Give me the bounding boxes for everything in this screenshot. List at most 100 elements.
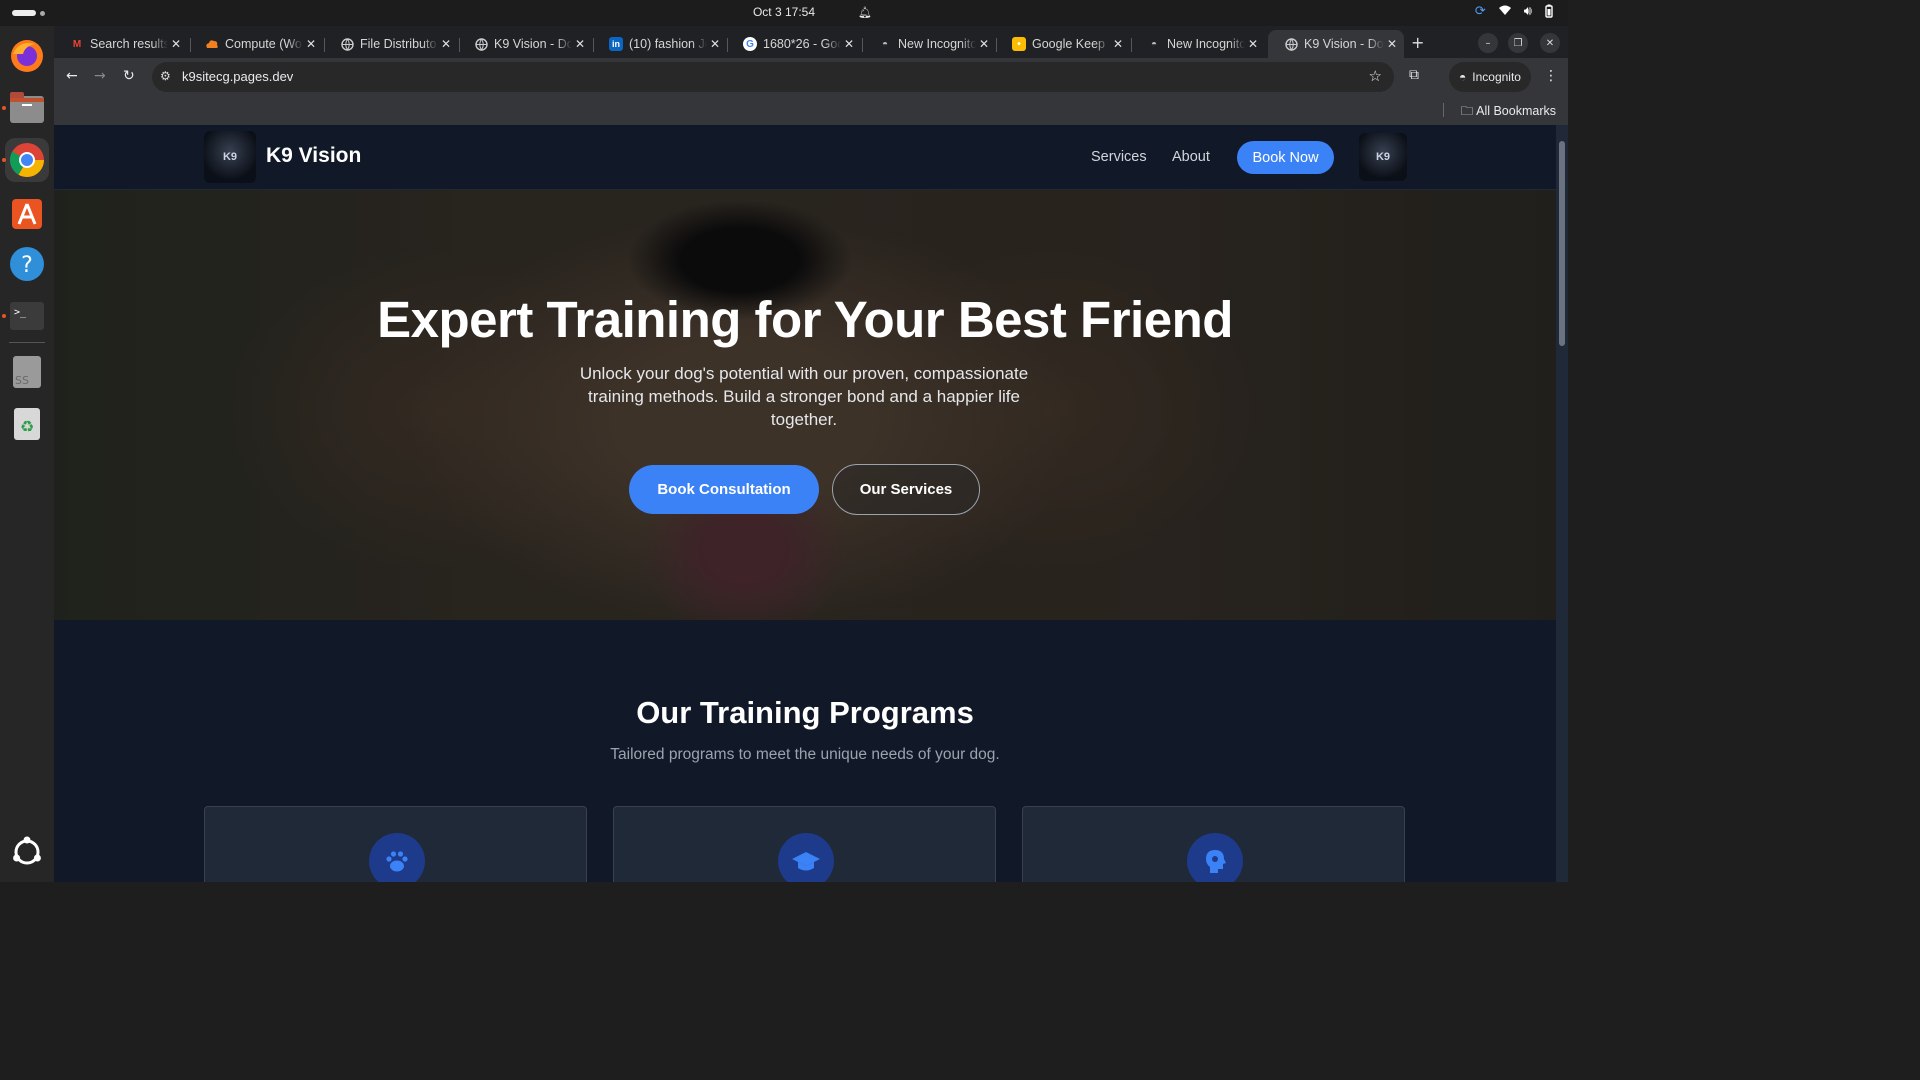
tab-google-search[interactable]: G 1680*26 - Goo ✕ (727, 30, 861, 58)
url-text[interactable]: k9sitecg.pages.dev (182, 69, 293, 84)
hero-title: Expert Training for Your Best Friend (377, 291, 1233, 348)
help-icon[interactable]: ? (5, 242, 49, 286)
tab-new-incognito-2[interactable]: ◓ New Incognito ✕ (1131, 30, 1265, 58)
folder-icon: 🗀︎ (1460, 104, 1474, 118)
system-tray[interactable]: ⟳ 🔊︎ (1475, 4, 1554, 22)
tab-search-icon[interactable]: ⧉ (1409, 67, 1419, 83)
new-tab-plus-icon[interactable]: + (1411, 33, 1424, 52)
site-info-icon[interactable]: ⚙ (160, 69, 171, 83)
tab-linkedin[interactable]: in (10) fashion Jo ✕ (593, 30, 727, 58)
close-window-icon[interactable]: ✕ (1540, 33, 1560, 53)
reload-icon[interactable]: ↻ (123, 68, 135, 84)
tab-file-distributor[interactable]: File Distributo ✕ (324, 30, 458, 58)
running-indicator (2, 106, 6, 110)
scrollbar-thumb[interactable] (1559, 141, 1565, 346)
incognito-indicator[interactable]: ◓ Incognito (1449, 62, 1531, 92)
incognito-label: Incognito (1472, 70, 1521, 84)
svg-text:♻: ♻ (20, 417, 34, 436)
site-brand[interactable]: K9 Vision (266, 144, 361, 168)
programs-title: Our Training Programs (636, 695, 974, 730)
svg-text:>_: >_ (14, 307, 27, 318)
keep-icon: • (1012, 37, 1026, 51)
linkedin-icon: in (609, 37, 623, 51)
incognito-icon: ◓ (1459, 70, 1467, 84)
tab-k9-vision-1[interactable]: K9 Vision - Do ✕ (458, 30, 592, 58)
tab-label: New Incognito (1167, 37, 1245, 51)
forward-arrow-icon[interactable]: → (94, 68, 106, 84)
browser-toolbar: ← → ↻ ⚙ k9sitecg.pages.dev ☆ ⧉ ◓ Incogni… (54, 58, 1568, 96)
incognito-icon: ◓ (881, 38, 889, 50)
book-consultation-button[interactable]: Book Consultation (629, 465, 819, 514)
files-icon[interactable] (5, 86, 49, 130)
book-now-button[interactable]: Book Now (1237, 141, 1334, 174)
update-icon: ⟳ (1474, 4, 1486, 19)
close-tab-icon[interactable]: ✕ (303, 37, 319, 51)
all-bookmarks-button[interactable]: 🗀︎ All Bookmarks (1461, 102, 1556, 123)
system-clock[interactable]: Oct 3 17:54 (0, 5, 1568, 19)
site-logo[interactable]: K9 (204, 131, 256, 183)
bookmarks-separator (1443, 103, 1444, 117)
tab-label: Search results (90, 37, 168, 51)
program-card[interactable] (204, 806, 587, 882)
close-tab-icon[interactable]: ✕ (1245, 37, 1261, 51)
removable-drive-icon[interactable]: SS (5, 350, 49, 394)
globe-icon (474, 37, 488, 51)
close-tab-icon[interactable]: ✕ (841, 37, 857, 51)
running-indicator (2, 314, 6, 318)
globe-icon (1284, 37, 1298, 51)
page-scrollbar[interactable] (1556, 125, 1568, 882)
nav-link-services[interactable]: Services (1091, 149, 1147, 165)
tab-new-incognito-1[interactable]: ◓ New Incognito ✕ (862, 30, 996, 58)
site-header: K9 K9 Vision Services About Book Now K9 (54, 125, 1556, 190)
close-tab-icon[interactable]: ✕ (1110, 37, 1126, 51)
brain-icon (1187, 833, 1243, 882)
chrome-icon[interactable] (5, 138, 49, 182)
dock-separator (9, 342, 45, 343)
close-tab-icon[interactable]: ✕ (976, 37, 992, 51)
tab-label: 1680*26 - Goo (763, 37, 841, 51)
wifi-icon (1498, 4, 1512, 22)
restore-icon[interactable]: ❐ (1508, 33, 1528, 53)
kebab-menu-icon[interactable]: ⋮ (1544, 68, 1558, 84)
bookmark-star-icon[interactable]: ☆ (1369, 67, 1382, 85)
back-arrow-icon[interactable]: ← (66, 68, 78, 84)
tab-label: File Distributo (360, 37, 437, 51)
close-tab-icon[interactable]: ✕ (1384, 37, 1400, 51)
address-bar[interactable]: ⚙ k9sitecg.pages.dev ☆ (152, 62, 1394, 92)
programs-subtitle: Tailored programs to meet the unique nee… (610, 746, 1000, 763)
ubuntu-dock: ? >_ SS ♻ (0, 26, 54, 882)
graduation-cap-icon (778, 833, 834, 882)
tab-search-results[interactable]: M Search results ✕ (54, 30, 188, 58)
firefox-icon[interactable] (5, 34, 49, 78)
app-center-icon[interactable] (5, 190, 49, 234)
close-tab-icon[interactable]: ✕ (707, 37, 723, 51)
close-tab-icon[interactable]: ✕ (438, 37, 454, 51)
logo-text: K9 (1375, 151, 1391, 163)
trash-icon[interactable]: ♻ (5, 402, 49, 446)
hero-section: Expert Training for Your Best Friend Unl… (54, 190, 1556, 620)
close-tab-icon[interactable]: ✕ (168, 37, 184, 51)
program-card[interactable] (1022, 806, 1405, 882)
cloud-icon (205, 37, 219, 51)
minimize-icon[interactable]: – (1478, 33, 1498, 53)
tab-strip: M Search results ✕ Compute (Wo ✕ File Di… (54, 26, 1568, 58)
program-card[interactable] (613, 806, 996, 882)
hero-subtitle: Unlock your dog's potential with our pro… (579, 364, 1029, 429)
close-tab-icon[interactable]: ✕ (572, 37, 588, 51)
show-apps-icon[interactable] (5, 830, 49, 874)
tab-compute[interactable]: Compute (Wo ✕ (189, 30, 323, 58)
tab-label: K9 Vision - Do (494, 37, 572, 51)
logo-text: K9 (222, 151, 238, 163)
google-icon: G (743, 37, 757, 51)
tab-google-keep[interactable]: • Google Keep ✕ (996, 30, 1130, 58)
site-logo-secondary[interactable]: K9 (1359, 133, 1407, 181)
tab-label: (10) fashion Jo (629, 37, 707, 51)
svg-text:?: ? (21, 253, 33, 278)
battery-icon (1544, 4, 1554, 22)
our-services-button[interactable]: Our Services (832, 464, 980, 515)
terminal-icon[interactable]: >_ (5, 294, 49, 338)
tab-k9-vision-active[interactable]: K9 Vision - Do ✕ (1268, 30, 1404, 58)
tab-label: K9 Vision - Do (1304, 37, 1384, 51)
volume-icon: 🔊︎ (1523, 4, 1532, 19)
nav-link-about[interactable]: About (1172, 149, 1210, 165)
